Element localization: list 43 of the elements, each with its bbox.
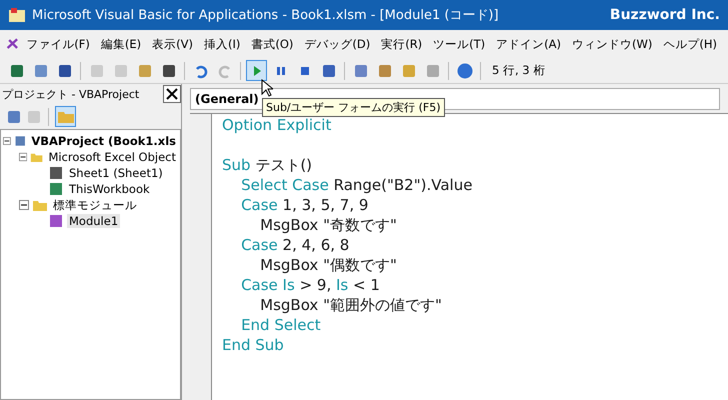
close-button[interactable] bbox=[163, 85, 181, 103]
code-line: Option Explicit bbox=[222, 116, 332, 136]
menu-item[interactable]: デバッグ(D) bbox=[299, 34, 376, 54]
menu-item[interactable]: 実行(R) bbox=[376, 34, 428, 54]
tree-item[interactable]: Sheet1 (Sheet1) bbox=[67, 166, 165, 180]
menu-item[interactable]: ヘルプ(H) bbox=[658, 34, 722, 54]
code-line: End Select bbox=[240, 316, 321, 336]
close-icon bbox=[166, 88, 178, 100]
code-line: MsgBox "偶数です" bbox=[259, 256, 397, 276]
code-line: MsgBox "範囲外の値です" bbox=[259, 296, 442, 316]
collapse-icon[interactable] bbox=[3, 136, 11, 146]
window-title: Microsoft Visual Basic for Applications - Book1.xlsm - [Module1 (コード)] bbox=[32, 7, 500, 24]
menu-item[interactable]: ファイル(F) bbox=[21, 34, 95, 54]
tree-item[interactable]: Microsoft Excel Object bbox=[46, 150, 178, 164]
menu-item[interactable]: 挿入(I) bbox=[198, 34, 246, 54]
menu-item[interactable]: 書式(O) bbox=[246, 34, 298, 54]
code-line: Sub テスト() bbox=[222, 156, 312, 176]
menu-item[interactable]: ウィンドウ(W) bbox=[567, 34, 658, 54]
tree-item[interactable]: 標準モジュール bbox=[51, 198, 139, 212]
folder-icon bbox=[32, 198, 48, 212]
mouse-pointer-icon bbox=[261, 79, 273, 97]
stop-icon[interactable] bbox=[300, 66, 310, 76]
code-line: Case 2, 4, 6, 8 bbox=[240, 236, 350, 256]
code-line: Case Is > 9, Is < 1 bbox=[240, 276, 380, 296]
tree-item[interactable]: ThisWorkbook bbox=[67, 182, 152, 196]
menu-item[interactable]: アドイン(A) bbox=[491, 34, 566, 54]
tree-item[interactable]: Module1 bbox=[67, 214, 120, 228]
tree-item[interactable]: VBAProject (Book1.xls bbox=[29, 134, 178, 148]
collapse-icon[interactable] bbox=[19, 200, 29, 210]
collapse-icon[interactable] bbox=[19, 152, 28, 162]
pause-icon[interactable] bbox=[276, 66, 286, 76]
panel-title: プロジェクト - VBAProject bbox=[2, 86, 140, 102]
code-line: Select Case Range("B2").Value bbox=[240, 176, 472, 196]
app-icon bbox=[8, 7, 26, 23]
menu-item[interactable]: 編集(E) bbox=[96, 34, 146, 54]
menu-item[interactable]: 表示(V) bbox=[147, 34, 198, 54]
menu-item[interactable]: ツール(T) bbox=[428, 34, 490, 54]
code-line: MsgBox "奇数です" bbox=[259, 216, 397, 236]
tooltip: Sub/ユーザー フォームの実行 (F5) bbox=[262, 98, 445, 117]
brand-name: Buzzword Inc. bbox=[610, 7, 720, 23]
code-line: End Sub bbox=[222, 336, 284, 356]
cursor-position: 5 行, 3 桁 bbox=[491, 63, 546, 78]
code-line: Case 1, 3, 5, 7, 9 bbox=[240, 196, 368, 216]
